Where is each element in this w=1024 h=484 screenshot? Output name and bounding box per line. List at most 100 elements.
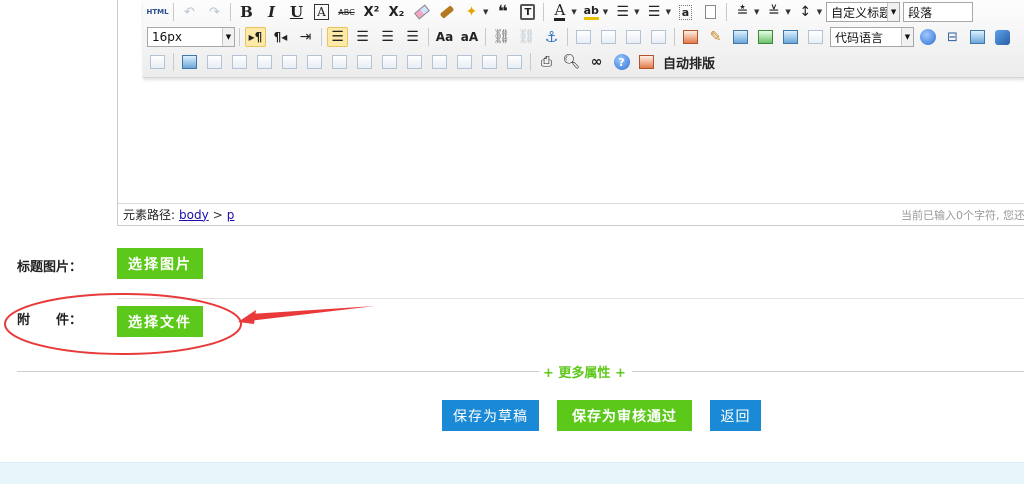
fontborder-button[interactable]: A: [311, 2, 332, 22]
back-button[interactable]: 返回: [710, 400, 761, 431]
preview-button[interactable]: 🔍︎: [561, 52, 582, 72]
fontsize-select[interactable]: 16px ▼: [147, 27, 235, 47]
save-draft-button[interactable]: 保存为草稿: [442, 400, 539, 431]
insertorderedlist-button[interactable]: ☰: [612, 2, 633, 22]
source-html-button[interactable]: HTML: [146, 2, 168, 22]
chevron-down-icon[interactable]: ▼: [817, 8, 822, 16]
cleardoc-button[interactable]: [700, 2, 721, 22]
indent-button[interactable]: ⇥: [295, 27, 316, 47]
path-p-link[interactable]: p: [227, 208, 235, 222]
touppercase-button[interactable]: Aa: [434, 27, 455, 47]
forecolor-button[interactable]: A: [549, 2, 570, 22]
insertcode-button[interactable]: [917, 27, 938, 47]
chevron-down-icon[interactable]: ▼: [887, 3, 900, 21]
justifycenter-button[interactable]: ☰: [352, 27, 373, 47]
chevron-down-icon[interactable]: ▼: [483, 8, 488, 16]
mergeright-button[interactable]: [379, 52, 400, 72]
background-button[interactable]: [992, 27, 1013, 47]
line-height-icon: ↕: [799, 4, 812, 20]
select-image-button[interactable]: 选择图片: [117, 248, 203, 279]
directionalityltr-button[interactable]: ▸¶: [245, 27, 266, 47]
wordimage-button[interactable]: [147, 52, 168, 72]
removeformat-button[interactable]: [411, 2, 432, 22]
splittocells-button[interactable]: [429, 52, 450, 72]
code-language-select[interactable]: 代码语言 ▼: [830, 27, 914, 47]
pagebreak-button[interactable]: ⊟: [942, 27, 963, 47]
unlink-button[interactable]: ⛓: [516, 27, 537, 47]
frame-icon: [808, 30, 823, 44]
help-icon: ?: [613, 54, 630, 70]
link-button[interactable]: ⛓: [491, 27, 512, 47]
path-body-link[interactable]: body: [179, 208, 209, 222]
deletetable-button[interactable]: [204, 52, 225, 72]
chevron-down-icon[interactable]: ▼: [571, 8, 576, 16]
italic-button[interactable]: I: [261, 2, 282, 22]
template-button[interactable]: [967, 27, 988, 47]
custom-style-select[interactable]: 自定义标题 ▼: [826, 2, 901, 22]
inserttable-button[interactable]: [179, 52, 200, 72]
imagecenter-button[interactable]: [648, 27, 669, 47]
imageright-button[interactable]: [623, 27, 644, 47]
chevron-down-icon[interactable]: ▼: [603, 8, 608, 16]
underline-button[interactable]: U: [286, 2, 307, 22]
imageleft-button[interactable]: [598, 27, 619, 47]
deleterow-button[interactable]: [279, 52, 300, 72]
chevron-down-icon[interactable]: ▼: [754, 8, 759, 16]
select-file-button[interactable]: 选择文件: [117, 306, 203, 337]
splittorows-button[interactable]: [454, 52, 475, 72]
drafts-button[interactable]: [636, 52, 657, 72]
insertvideo-button[interactable]: [730, 27, 751, 47]
redo-button[interactable]: ↷: [204, 2, 225, 22]
splittocols-button[interactable]: [479, 52, 500, 72]
insertimage-button[interactable]: [680, 27, 701, 47]
save-approved-button[interactable]: 保存为审核通过: [557, 400, 692, 431]
deletecol-button[interactable]: [329, 52, 350, 72]
mergedown-button[interactable]: [404, 52, 425, 72]
chevron-down-icon[interactable]: ▼: [666, 8, 671, 16]
rich-text-editor[interactable]: HTML ↶ ↷ B I U A ABC X² X₂ ✦ ▼ ❝ T A ▼ a…: [117, 0, 1024, 226]
justifyright-button[interactable]: ☰: [377, 27, 398, 47]
autotypeset-magic-button[interactable]: ✦: [461, 2, 482, 22]
charts-button[interactable]: [504, 52, 525, 72]
more-attributes-toggle[interactable]: + 更多属性 +: [543, 362, 626, 381]
subscript-icon: X₂: [388, 4, 405, 20]
insertparagraphbeforetable-button[interactable]: [229, 52, 250, 72]
searchreplace-button[interactable]: ∞: [586, 52, 607, 72]
bold-button[interactable]: B: [236, 2, 257, 22]
help-button[interactable]: ?: [611, 52, 632, 72]
editor-content-area[interactable]: [118, 80, 1024, 202]
map-button[interactable]: [780, 27, 801, 47]
strikethrough-button[interactable]: ABC: [336, 2, 357, 22]
directionalityrtl-button[interactable]: ¶◂: [270, 27, 291, 47]
insertrow-button[interactable]: [254, 52, 275, 72]
tolowercase-button[interactable]: aA: [459, 27, 480, 47]
auto-typeset-button[interactable]: 自动排版: [663, 53, 715, 72]
paragraph-select[interactable]: 段落: [903, 2, 974, 22]
emotion-button[interactable]: ✎: [705, 27, 726, 47]
rowspacingbottom-button[interactable]: ≚: [763, 2, 784, 22]
chevron-down-icon[interactable]: ▼: [222, 28, 234, 46]
insertframe-button[interactable]: [805, 27, 826, 47]
formatmatch-button[interactable]: [436, 2, 457, 22]
superscript-button[interactable]: X²: [361, 2, 382, 22]
chevron-down-icon[interactable]: ▼: [785, 8, 790, 16]
selectall-button[interactable]: a: [675, 2, 696, 22]
insertcol-button[interactable]: [304, 52, 325, 72]
blockquote-button[interactable]: ❝: [492, 2, 513, 22]
attachment-button[interactable]: [755, 27, 776, 47]
imagenone-button[interactable]: [573, 27, 594, 47]
rowspacingtop-button[interactable]: ≛: [732, 2, 753, 22]
subscript-button[interactable]: X₂: [386, 2, 407, 22]
insertunorderedlist-button[interactable]: ☰: [644, 2, 665, 22]
justifyleft-button[interactable]: ☰: [327, 27, 348, 47]
lineheight-button[interactable]: ↕: [795, 2, 816, 22]
print-button[interactable]: ⎙: [536, 52, 557, 72]
pasteplain-button[interactable]: T: [517, 2, 538, 22]
chevron-down-icon[interactable]: ▼: [901, 28, 913, 46]
chevron-down-icon[interactable]: ▼: [634, 8, 639, 16]
backcolor-button[interactable]: ab: [581, 2, 602, 22]
anchor-button[interactable]: ⚓: [541, 27, 562, 47]
mergecells-button[interactable]: [354, 52, 375, 72]
undo-button[interactable]: ↶: [179, 2, 200, 22]
justifyjustify-button[interactable]: ☰: [402, 27, 423, 47]
